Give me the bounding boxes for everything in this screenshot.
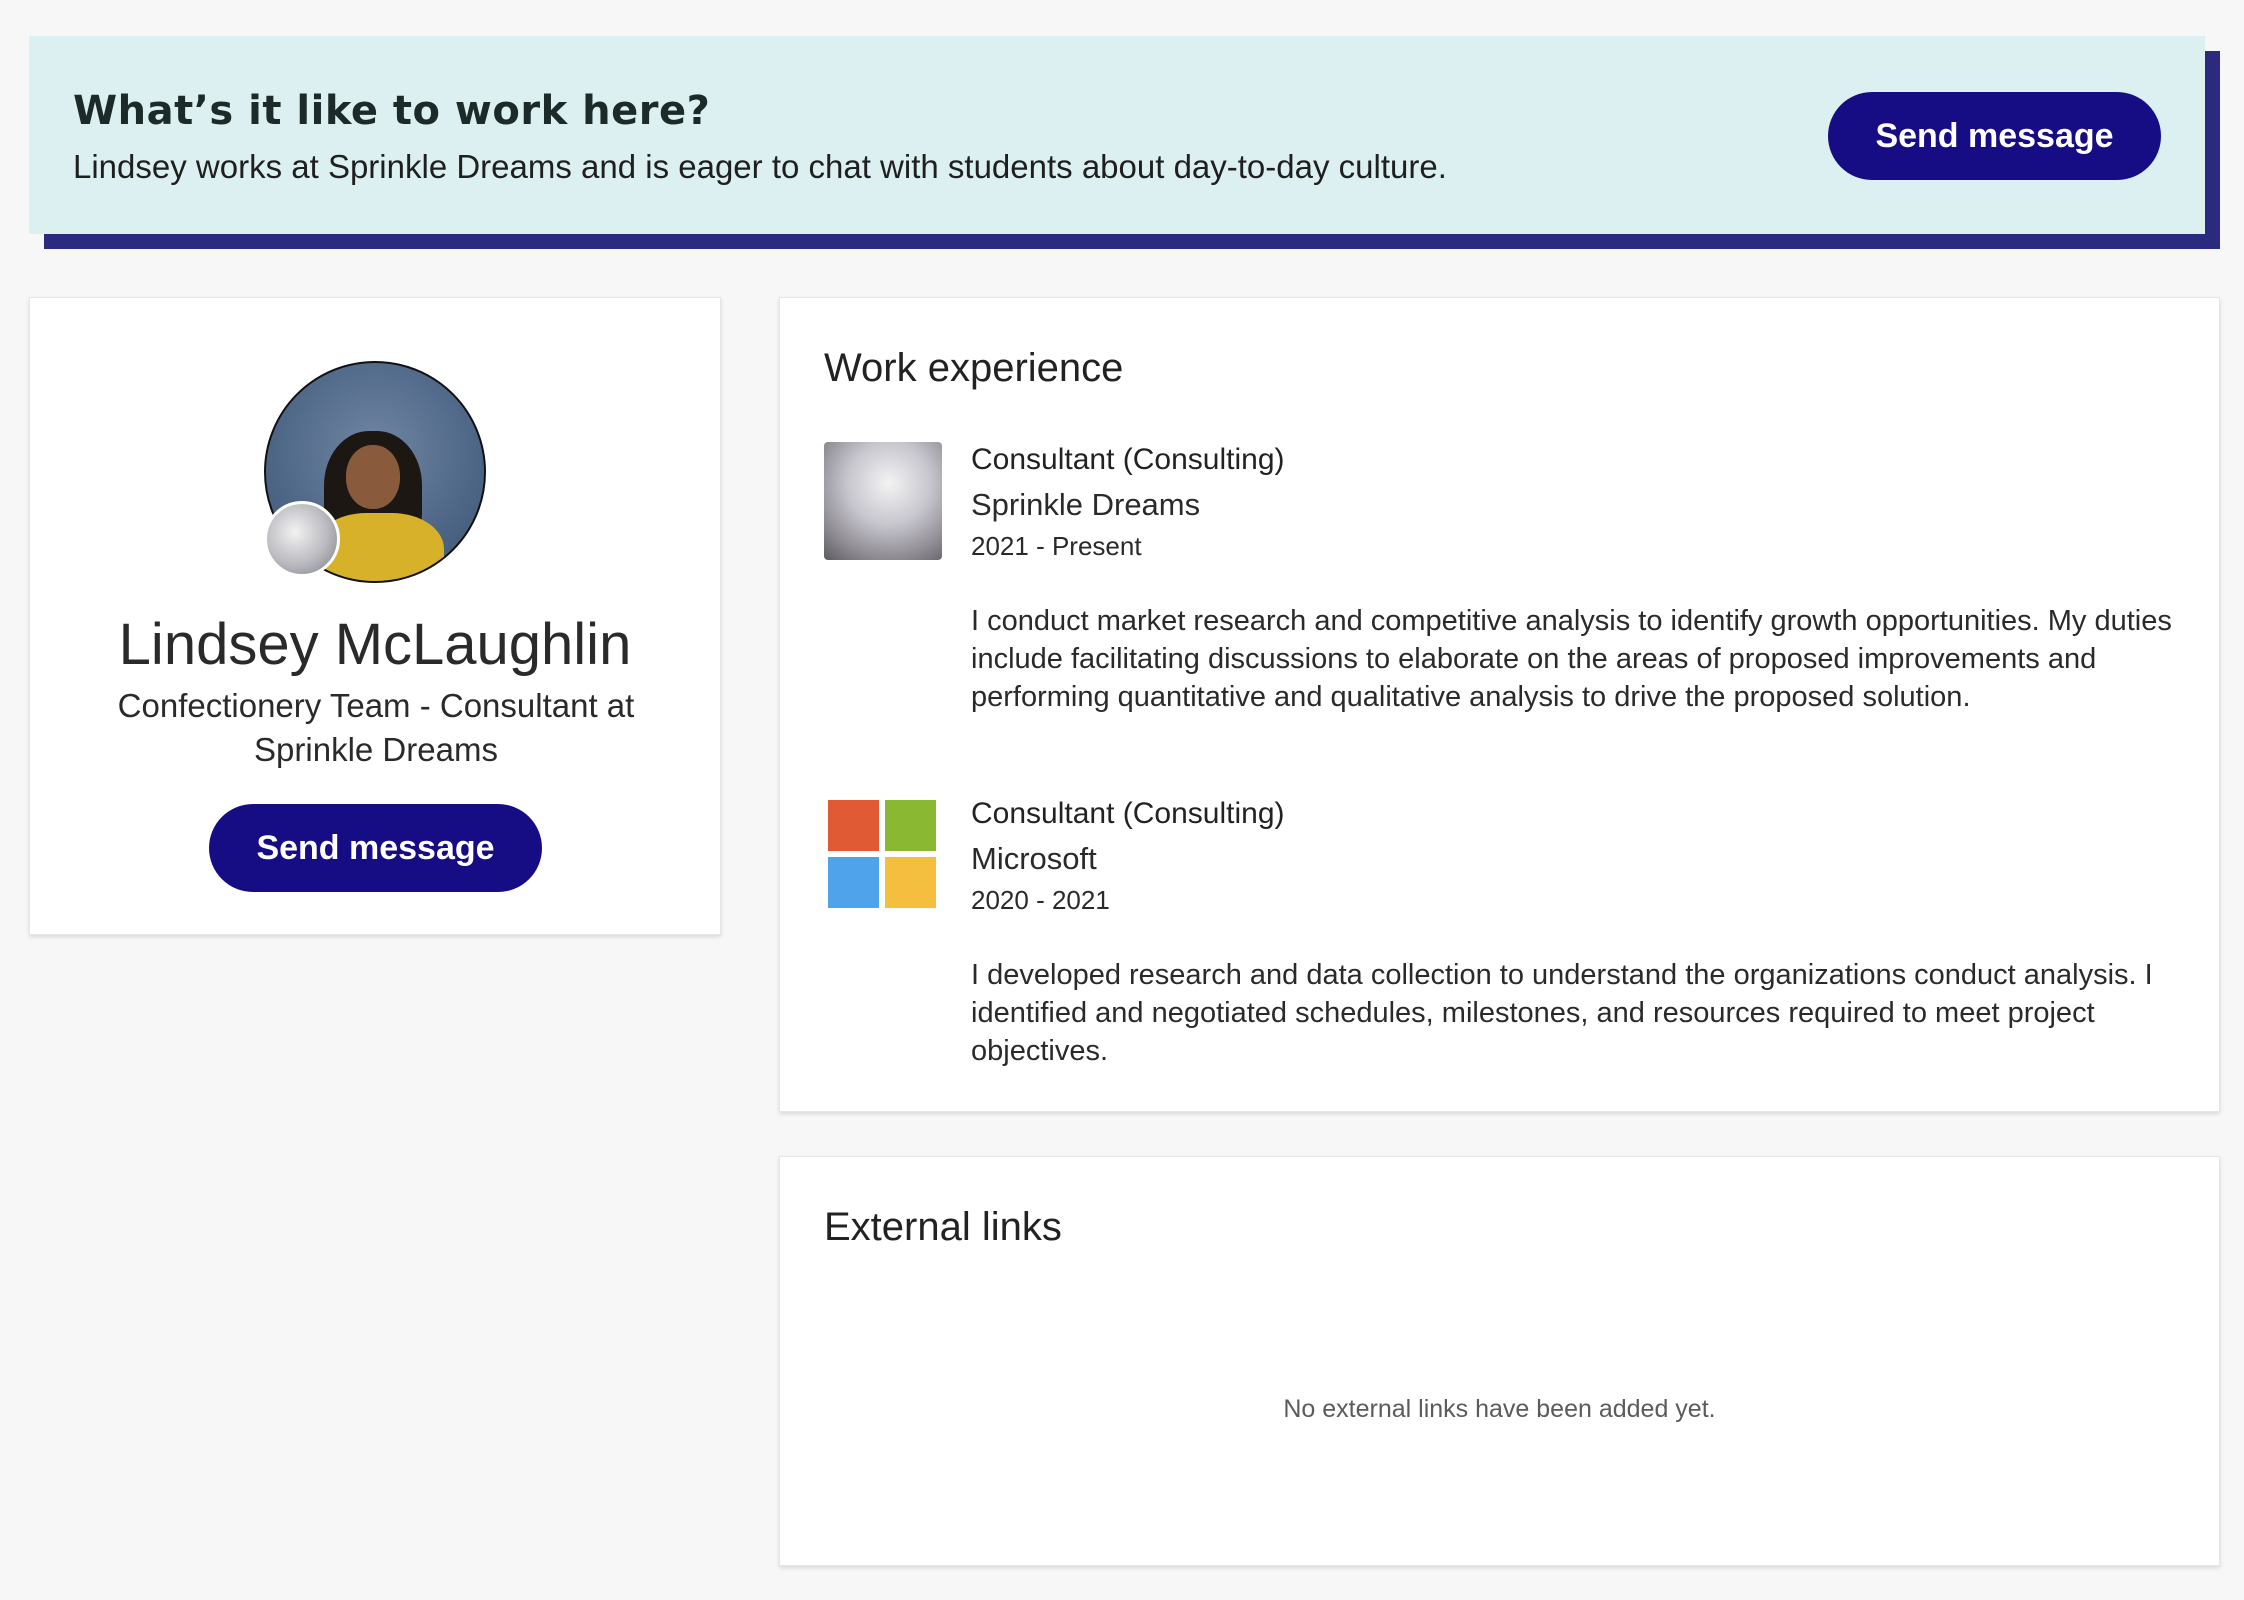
work-experience-card: Work experience Consultant (Consulting) … — [779, 297, 2220, 1112]
sprinkle-dreams-logo-icon[interactable] — [824, 442, 942, 560]
job-info: Consultant (Consulting) Sprinkle Dreams … — [971, 442, 2179, 716]
profile-headline: Confectionery Team - Consultant at Sprin… — [117, 687, 635, 768]
job-company[interactable]: Microsoft — [971, 840, 2179, 878]
banner-send-message-button[interactable]: Send message — [1828, 92, 2161, 180]
job-company[interactable]: Sprinkle Dreams — [971, 486, 2179, 524]
avatar[interactable] — [264, 361, 486, 583]
profile-send-message-button[interactable]: Send message — [209, 804, 542, 892]
work-experience-title: Work experience — [824, 346, 1124, 390]
microsoft-logo-icon[interactable] — [824, 796, 942, 914]
banner-text: Lindsey works at Sprinkle Dreams and is … — [73, 148, 1447, 185]
external-links-empty-state: No external links have been added yet. — [1283, 1395, 1716, 1423]
profile-card: Lindsey McLaughlin Confectionery Team - … — [29, 297, 721, 935]
job-title: Consultant (Consulting) — [971, 443, 1285, 476]
job-dates: 2021 - Present — [971, 531, 1142, 561]
external-links-title: External links — [824, 1205, 1062, 1249]
job-info: Consultant (Consulting) Microsoft 2020 -… — [971, 796, 2179, 1070]
banner-title: What’s it like to work here? — [73, 88, 711, 134]
job-description: I developed research and data collection… — [971, 959, 2153, 1067]
company-logo-badge-icon — [264, 501, 340, 577]
job-description: I conduct market research and competitiv… — [971, 605, 2172, 713]
job-dates: 2020 - 2021 — [971, 885, 1110, 915]
external-links-card: External links No external links have be… — [779, 1156, 2220, 1566]
culture-banner: What’s it like to work here? Lindsey wor… — [29, 36, 2205, 234]
job-title: Consultant (Consulting) — [971, 797, 1285, 830]
profile-name: Lindsey McLaughlin — [118, 612, 632, 677]
